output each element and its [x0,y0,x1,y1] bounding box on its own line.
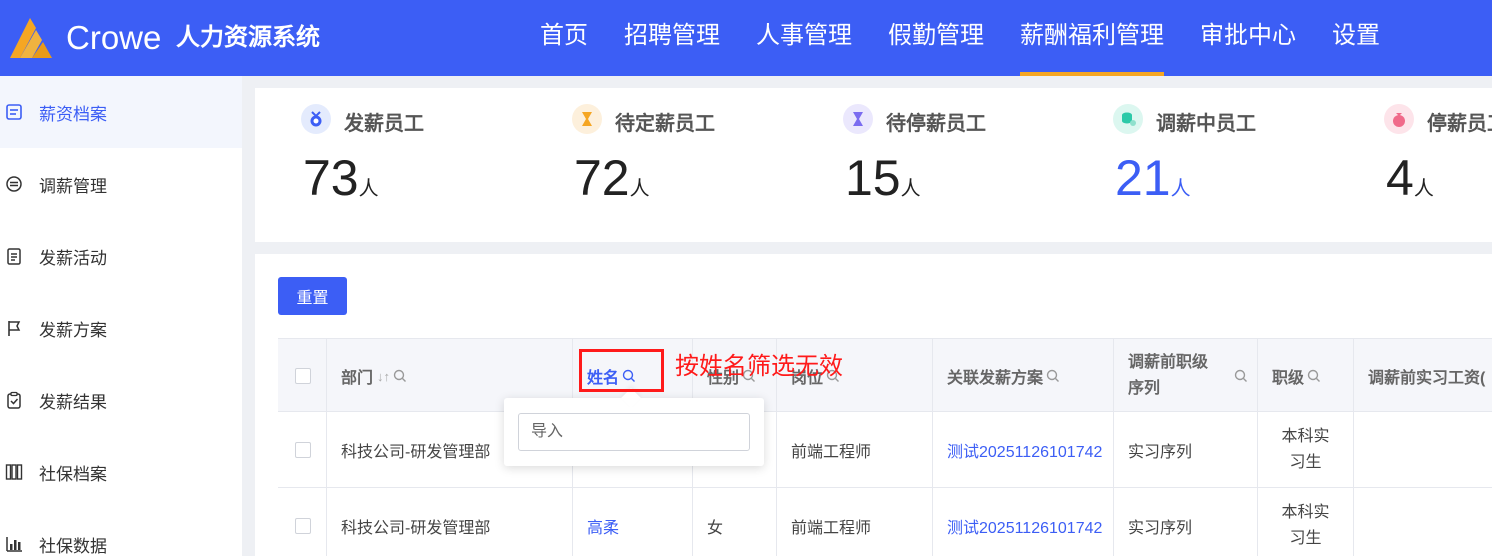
nav-personnel[interactable]: 人事管理 [738,0,870,76]
sidebar-item-social-archive[interactable]: 社保档案 [0,436,242,508]
stat-label: 待定薪员工 [615,113,715,135]
stat-value: 73人 [303,150,379,206]
system-name: 人力资源系统 [176,24,320,51]
search-icon[interactable] [1046,369,1060,383]
cell-name-link[interactable]: 高柔 [573,488,693,556]
nav-settings[interactable]: 设置 [1314,0,1398,76]
row-checkbox[interactable] [295,442,311,458]
sidebar-item-label: 调薪管理 [39,176,107,196]
search-icon[interactable] [1234,369,1248,383]
stat-paid-employees[interactable]: 发薪员工 73人 [255,88,525,242]
salary-table: 部门 ↓↑ 姓名 性别 岗位 关联发薪方案 调薪前职级序列 职级 调薪前实习工资… [278,338,1492,556]
cell-plan-link[interactable]: 测试20251126101742 [933,488,1114,556]
brand-name: Crowe [66,19,162,56]
reset-button[interactable]: 重置 [278,277,347,315]
sidebar-item-salary-adjustment[interactable]: 调薪管理 [0,148,242,220]
name-filter-input[interactable] [518,413,750,451]
archive-icon [4,462,24,482]
select-all-cell [278,339,327,413]
table-row: 科技公司-研发管理部 前端工程师 测试20251126101742 实习序列 本… [278,412,1492,488]
stat-label: 发薪员工 [344,113,424,135]
search-icon[interactable] [393,369,407,383]
stat-label: 调薪中员工 [1156,113,1256,135]
sidebar-item-label: 发薪方案 [39,320,107,340]
nav-approval[interactable]: 审批中心 [1182,0,1314,76]
cell-salary [1354,412,1492,488]
sort-icon[interactable]: ↓↑ [377,369,390,384]
stat-stopped[interactable]: 停薪员工 4人 [1338,88,1492,242]
stat-pending-stop[interactable]: 待停薪员工 15人 [797,88,1067,242]
sidebar-item-salary-archive[interactable]: 薪资档案 [0,76,242,148]
check-clipboard-icon [4,390,24,410]
annotation-highlight-box [579,349,664,392]
sidebar-item-social-data[interactable]: 社保数据 [0,508,242,556]
column-header-grade[interactable]: 职级 [1258,339,1354,413]
cell-position: 前端工程师 [777,488,933,556]
sidebar-item-label: 社保数据 [39,536,107,556]
main-nav: 首页 招聘管理 人事管理 假勤管理 薪酬福利管理 审批中心 设置 [522,0,1398,76]
hourglass-icon [572,104,602,134]
sidebar-item-label: 社保档案 [39,464,107,484]
bar-chart-icon [4,534,24,554]
medal-icon [301,104,331,134]
stat-label: 待停薪员工 [886,113,986,135]
sidebar-item-payroll-activity[interactable]: 发薪活动 [0,220,242,292]
column-header-seq[interactable]: 调薪前职级序列 [1114,339,1258,413]
stat-label: 停薪员工 [1427,113,1492,135]
cell-position: 前端工程师 [777,412,933,488]
cell-salary [1354,488,1492,556]
flag-icon [4,318,24,338]
table-header: 部门 ↓↑ 姓名 性别 岗位 关联发薪方案 调薪前职级序列 职级 调薪前实习工资… [278,338,1492,413]
nav-home[interactable]: 首页 [522,0,606,76]
nav-recruitment[interactable]: 招聘管理 [606,0,738,76]
sidebar-item-payroll-plan[interactable]: 发薪方案 [0,292,242,364]
name-filter-popover [504,398,764,466]
stat-adjusting[interactable]: 调薪中员工 21人 [1067,88,1337,242]
sidebar-item-payroll-result[interactable]: 发薪结果 [0,364,242,436]
stats-card: 发薪员工 73人 待定薪员工 72人 待停薪员工 15人 调薪中员工 21人 停… [255,88,1492,242]
table-panel: 重置 部门 ↓↑ 姓名 性别 岗位 关联发薪方案 调薪前职级序列 职级 调薪前实… [255,254,1492,556]
cell-plan-link[interactable]: 测试20251126101742 [933,412,1114,488]
cell-seq: 实习序列 [1114,412,1258,488]
column-header-plan[interactable]: 关联发薪方案 [933,339,1114,413]
sidebar-item-label: 薪资档案 [39,104,107,124]
stat-value: 72人 [574,150,650,206]
sidebar-item-label: 发薪活动 [39,248,107,268]
annotation-text: 按姓名筛选无效 [675,353,843,380]
cell-seq: 实习序列 [1114,488,1258,556]
crowe-logo-icon [10,18,52,58]
table-row: 科技公司-研发管理部 高柔 女 前端工程师 测试20251126101742 实… [278,488,1492,556]
stat-value: 4人 [1386,150,1434,206]
exchange-icon [4,174,24,194]
stat-value: 15人 [845,150,921,206]
nav-compensation[interactable]: 薪酬福利管理 [1002,0,1182,76]
cell-grade: 本科实习生 [1258,488,1354,556]
file-icon [4,102,24,122]
moneybag-icon [1384,104,1414,134]
cell-dept: 科技公司-研发管理部 [327,488,573,556]
clipboard-icon [4,246,24,266]
hourglass-icon [843,104,873,134]
row-select-cell [278,488,327,556]
top-header: Crowe 人力资源系统 首页 招聘管理 人事管理 假勤管理 薪酬福利管理 审批… [0,0,1492,76]
nav-attendance[interactable]: 假勤管理 [870,0,1002,76]
row-select-cell [278,412,327,488]
coins-icon [1113,104,1143,134]
select-all-checkbox[interactable] [295,368,311,384]
sidebar-item-label: 发薪结果 [39,392,107,412]
column-header-salary[interactable]: 调薪前实习工资( [1354,339,1492,413]
stat-pending-salary[interactable]: 待定薪员工 72人 [526,88,796,242]
row-checkbox[interactable] [295,518,311,534]
sidebar: 薪资档案 调薪管理 发薪活动 发薪方案 发薪结果 社保档案 社保数据 [0,76,242,556]
cell-grade: 本科实习生 [1258,412,1354,488]
stat-value: 21人 [1115,150,1191,206]
search-icon[interactable] [1307,369,1321,383]
cell-gender: 女 [693,488,777,556]
